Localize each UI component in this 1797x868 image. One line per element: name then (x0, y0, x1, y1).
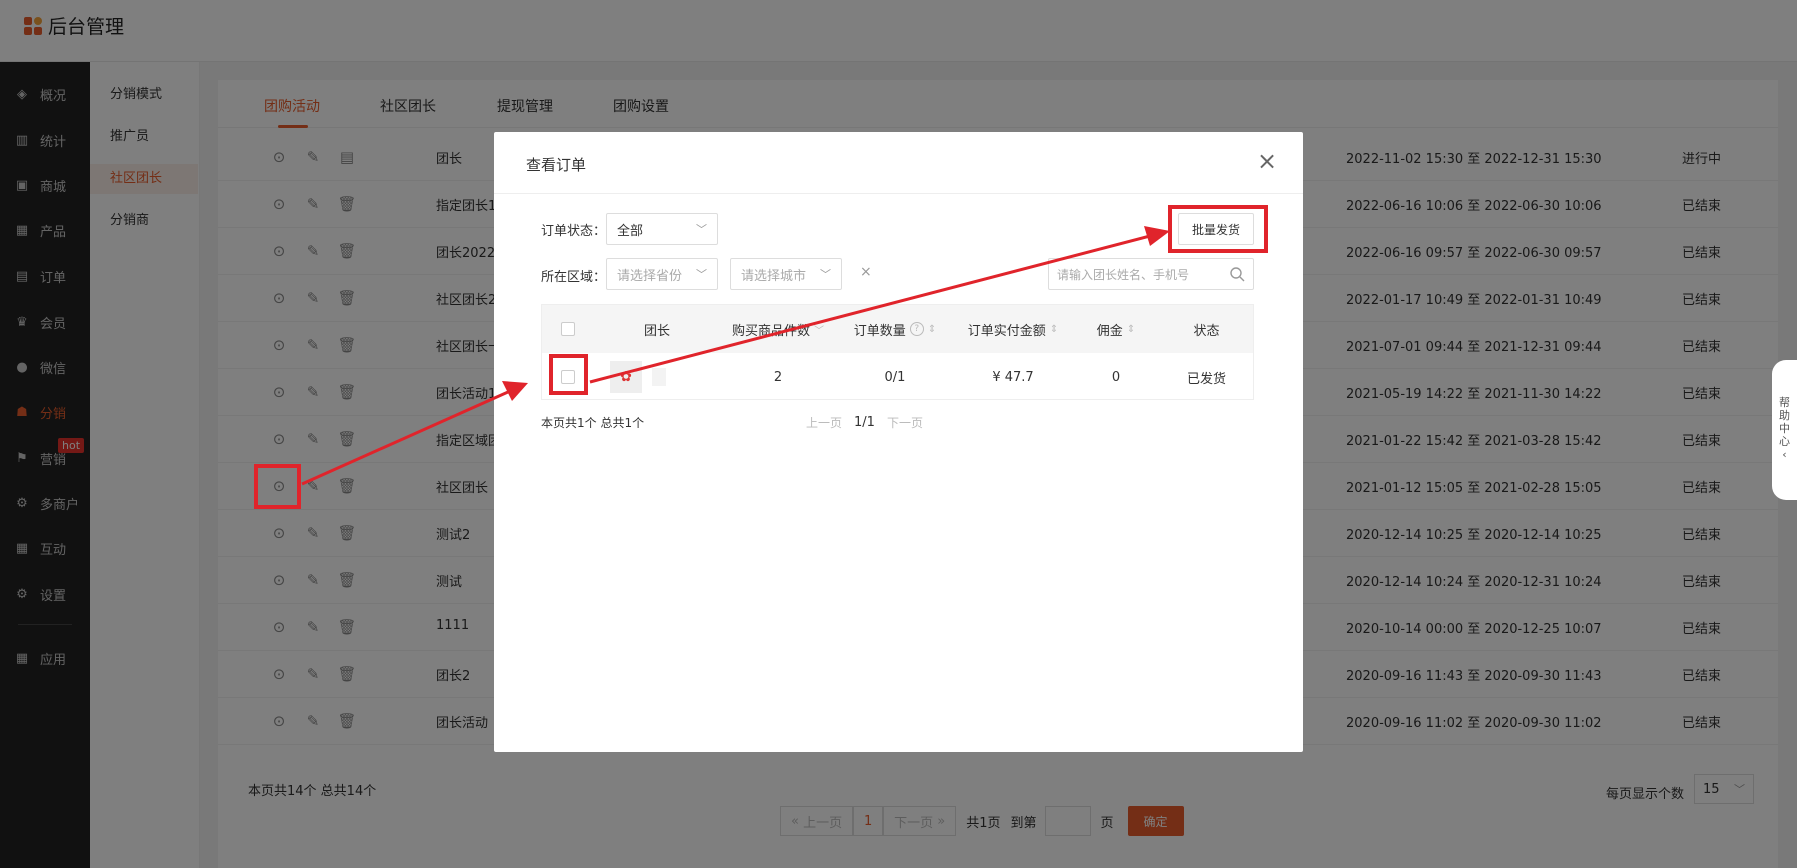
arrowhead (1144, 226, 1170, 246)
arrow-to-batch-button (589, 234, 1151, 384)
arrowhead (502, 381, 528, 401)
arrow-to-checkbox (301, 390, 509, 486)
annotation-arrows (301, 226, 1170, 486)
